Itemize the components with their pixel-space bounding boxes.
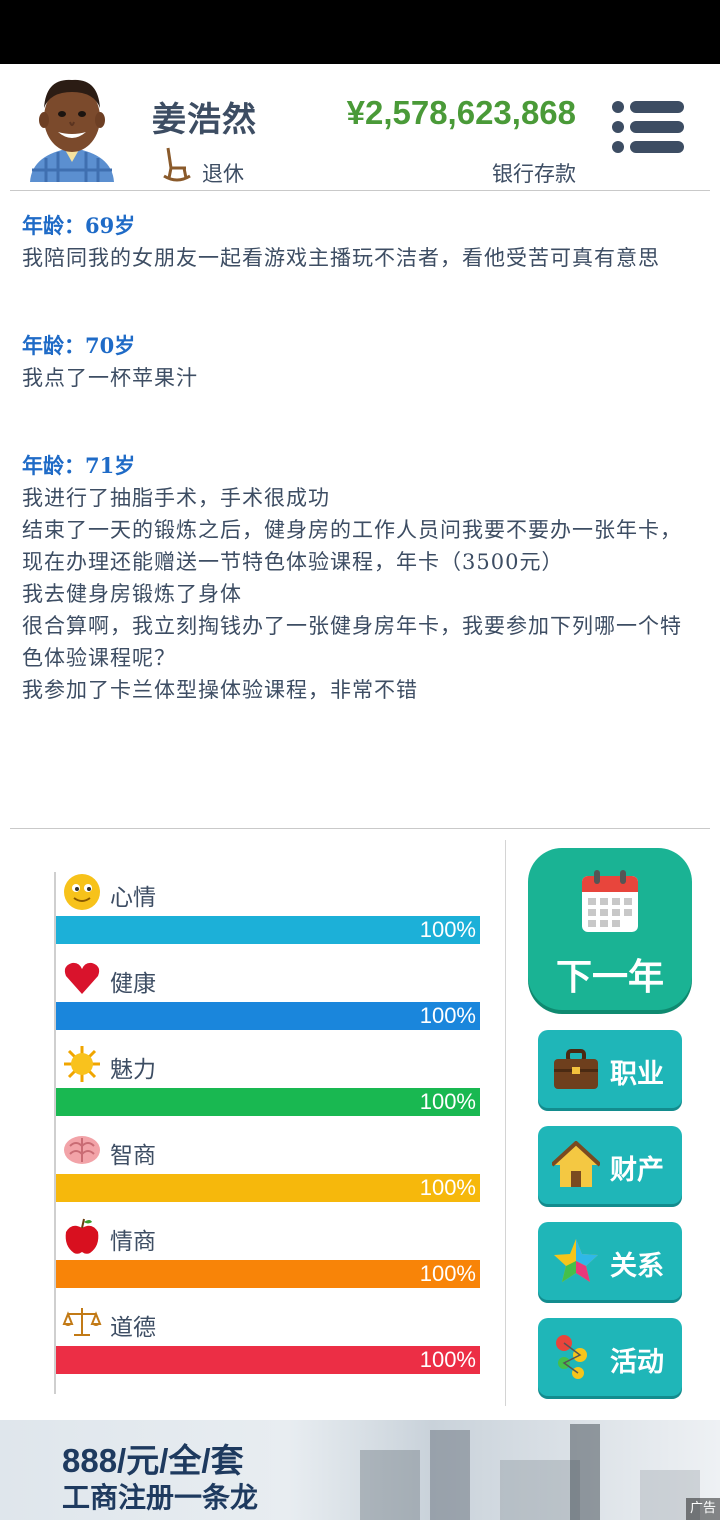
stat-label: 魅力: [110, 1057, 156, 1083]
log-line: 很合算啊，我立刻掏钱办了一张健身房年卡，我要参加下列哪一个特色体验课程呢？: [22, 614, 682, 670]
log-line: 我进行了抽脂手术，手术很成功: [22, 486, 330, 510]
menu-icon[interactable]: [610, 98, 686, 156]
stat-percent: 100%: [419, 917, 476, 942]
stat-bar: 100%: [56, 916, 480, 944]
stat-morality: 道德 100%: [56, 1302, 480, 1388]
stat-fill: [56, 1346, 480, 1374]
calendar-icon: [582, 870, 638, 932]
stat-fill: [56, 1260, 480, 1288]
stat-fill: [56, 916, 480, 944]
stat-label: 智商: [110, 1143, 156, 1169]
assets-button[interactable]: 财产: [538, 1126, 682, 1204]
log-line: 结束了一天的锻炼之后，健身房的工作人员问我要不要办一张年卡，现在办理还能赠送一节…: [22, 518, 682, 574]
stat-bar: 100%: [56, 1346, 480, 1374]
stat-bar: 100%: [56, 1174, 480, 1202]
scales-icon: [62, 1308, 102, 1336]
stat-bar: 100%: [56, 1088, 480, 1116]
activities-button[interactable]: 活动: [538, 1318, 682, 1396]
stat-bar: 100%: [56, 1260, 480, 1288]
stat-mood: 心情 100%: [56, 872, 480, 958]
header-divider: [10, 190, 710, 191]
stat-percent: 100%: [419, 1089, 476, 1114]
activities-label: 活动: [610, 1347, 664, 1378]
career-label: 职业: [610, 1059, 664, 1090]
assets-label: 财产: [610, 1155, 664, 1186]
bank-balance: ¥2,578,623,868: [346, 94, 576, 131]
log-divider: [10, 828, 710, 829]
stat-fill: [56, 1174, 480, 1202]
activities-icon: [556, 1335, 587, 1379]
log-entry: 年龄：70岁 我点了一杯苹果汁: [22, 330, 700, 394]
stat-label: 道德: [110, 1315, 156, 1341]
house-icon: [552, 1141, 600, 1187]
log-age: 年龄：71岁: [22, 453, 136, 478]
stat-label: 情商: [110, 1229, 156, 1255]
bank-balance-label: 银行存款: [492, 162, 576, 186]
avatar: [30, 79, 114, 182]
stat-health: 健康 100%: [56, 958, 480, 1044]
rocking-chair-icon: [163, 147, 191, 182]
stat-fill: [56, 1002, 480, 1030]
relations-label: 关系: [610, 1251, 664, 1282]
stat-iq: 智商 100%: [56, 1130, 480, 1216]
brain-icon: [64, 1136, 100, 1164]
smiley-icon: [64, 874, 100, 910]
stat-percent: 100%: [419, 1003, 476, 1028]
log-age: 年龄：69岁: [22, 213, 136, 238]
stat-eq: 情商 100%: [56, 1216, 480, 1302]
star-icon: [554, 1239, 598, 1282]
stat-label: 健康: [110, 971, 156, 997]
stat-label: 心情: [110, 885, 156, 911]
stats-panel: 心情 100% 健康 100% 魅力 100% 智商 100% 情商 100% …: [54, 872, 480, 1394]
stat-charm: 魅力 100%: [56, 1044, 480, 1130]
briefcase-icon: [554, 1049, 598, 1089]
apple-icon: [65, 1218, 99, 1254]
life-log[interactable]: 年龄：69岁 我陪同我的女朋友一起看游戏主播玩不洁者，看他受苦可真有意思 年龄：…: [0, 200, 720, 826]
log-entry: 年龄：69岁 我陪同我的女朋友一起看游戏主播玩不洁者，看他受苦可真有意思: [22, 210, 700, 274]
header: 姜浩然 退休 ¥2,578,623,868 银行存款: [0, 64, 720, 192]
log-line: 我点了一杯苹果汁: [22, 366, 198, 390]
life-status: 退休: [202, 162, 244, 186]
status-bar: [0, 0, 720, 64]
next-year-button[interactable]: 下一年: [528, 848, 692, 1010]
log-age: 年龄：70岁: [22, 333, 136, 358]
relations-button[interactable]: 关系: [538, 1222, 682, 1300]
ad-badge: 广告: [685, 1498, 720, 1520]
stat-percent: 100%: [419, 1261, 476, 1286]
stat-fill: [56, 1088, 480, 1116]
stat-bar: 100%: [56, 1002, 480, 1030]
stat-percent: 100%: [419, 1175, 476, 1200]
log-entry: 年龄：71岁 我进行了抽脂手术，手术很成功 结束了一天的锻炼之后，健身房的工作人…: [22, 450, 700, 706]
next-year-label: 下一年: [555, 957, 664, 998]
ad-banner[interactable]: 888/元/全/套 工商注册一条龙 广告: [0, 1420, 720, 1520]
heart-icon: [64, 962, 100, 994]
panel-divider: [505, 840, 506, 1406]
player-name: 姜浩然: [152, 100, 257, 140]
stat-percent: 100%: [419, 1347, 476, 1372]
log-line: 我陪同我的女朋友一起看游戏主播玩不洁者，看他受苦可真有意思: [22, 246, 660, 270]
log-line: 我去健身房锻炼了身体: [22, 582, 242, 606]
ad-subtitle: 工商注册一条龙: [62, 1481, 259, 1514]
ad-title: 888/元/全/套: [62, 1442, 244, 1479]
sun-icon: [64, 1046, 100, 1082]
career-button[interactable]: 职业: [538, 1030, 682, 1108]
log-line: 我参加了卡兰体型操体验课程，非常不错: [22, 678, 418, 702]
